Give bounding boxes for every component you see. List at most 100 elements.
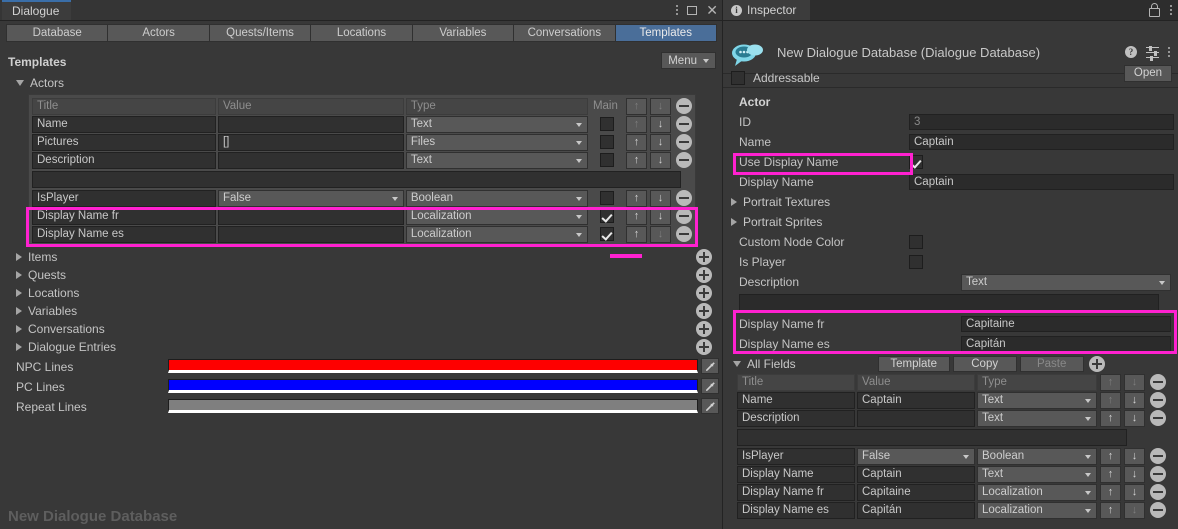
- field-value[interactable]: [217, 225, 404, 243]
- move-up-button[interactable]: ↑: [626, 189, 648, 207]
- repeat-lines-color-swatch[interactable]: [168, 399, 698, 413]
- af-field-type-dropdown[interactable]: Text: [977, 391, 1097, 409]
- field-name-input[interactable]: Captain: [909, 134, 1174, 150]
- tab-database[interactable]: Database: [6, 24, 109, 42]
- field-title[interactable]: IsPlayer: [32, 189, 216, 207]
- templates-menu-button[interactable]: Menu: [661, 52, 716, 69]
- eyedropper-icon[interactable]: [701, 358, 719, 374]
- field-value[interactable]: []: [217, 133, 404, 151]
- remove-field-button[interactable]: [676, 152, 693, 168]
- tab-dialogue[interactable]: Dialogue: [2, 0, 72, 20]
- template-button[interactable]: Template: [877, 355, 950, 372]
- move-down-button[interactable]: ↓: [650, 207, 672, 225]
- tab-quests-items[interactable]: Quests/Items: [209, 24, 312, 42]
- field-display-name-fr-input[interactable]: Capitaine: [961, 316, 1171, 332]
- af-description-text-area[interactable]: [737, 429, 1127, 446]
- af-move-up-button[interactable]: ↑: [1100, 501, 1121, 519]
- main-checkbox[interactable]: [600, 117, 615, 131]
- af-field-value[interactable]: Capitán: [857, 501, 975, 519]
- foldout-locations[interactable]: Locations: [16, 285, 79, 301]
- tab-conversations[interactable]: Conversations: [514, 24, 616, 42]
- use-display-name-checkbox[interactable]: [909, 155, 923, 169]
- af-move-up-button[interactable]: ↑: [1100, 447, 1121, 465]
- af-remove-button[interactable]: [1150, 466, 1166, 482]
- tab-actors[interactable]: Actors: [108, 24, 210, 42]
- description-text-area[interactable]: [739, 294, 1159, 312]
- close-icon[interactable]: ✕: [706, 3, 718, 17]
- field-value-dropdown[interactable]: False: [217, 189, 404, 207]
- field-type-dropdown[interactable]: Localization: [405, 207, 588, 225]
- foldout-portrait-sprites[interactable]: Portrait Sprites: [723, 212, 1178, 232]
- af-move-up-button[interactable]: ↑: [1100, 409, 1121, 427]
- af-move-down-button[interactable]: ↓: [1124, 483, 1145, 501]
- lock-icon[interactable]: [1149, 2, 1160, 17]
- main-checkbox[interactable]: [600, 227, 615, 241]
- field-title[interactable]: Name: [32, 115, 216, 133]
- add-variables-field-button[interactable]: [696, 303, 712, 319]
- preset-icon[interactable]: [1146, 45, 1159, 61]
- field-value[interactable]: [217, 115, 404, 133]
- component-menu-icon[interactable]: [1168, 47, 1170, 57]
- move-down-button[interactable]: ↓: [650, 133, 672, 151]
- af-remove-button[interactable]: [1150, 410, 1166, 426]
- af-move-down-button[interactable]: ↓: [1124, 447, 1145, 465]
- field-value[interactable]: [217, 151, 404, 169]
- af-field-value[interactable]: Capitaine: [857, 483, 975, 501]
- maximize-icon[interactable]: [687, 5, 698, 15]
- af-field-title[interactable]: Description: [737, 409, 855, 427]
- af-remove-header[interactable]: [1150, 374, 1166, 390]
- tab-inspector[interactable]: i Inspector: [723, 0, 811, 20]
- move-up-button[interactable]: ↑: [626, 207, 648, 225]
- addressable-checkbox[interactable]: [731, 70, 745, 85]
- field-type-dropdown[interactable]: Text: [405, 151, 588, 169]
- af-field-title[interactable]: IsPlayer: [737, 447, 855, 465]
- af-move-down-button[interactable]: ↓: [1124, 409, 1145, 427]
- field-title[interactable]: Description: [32, 151, 216, 169]
- npc-lines-color-swatch[interactable]: [168, 359, 698, 373]
- field-title[interactable]: Display Name es: [32, 225, 216, 243]
- af-field-title[interactable]: Display Name: [737, 465, 855, 483]
- field-title[interactable]: Pictures: [32, 133, 216, 151]
- af-field-value-dropdown[interactable]: False: [857, 447, 975, 465]
- move-up-button[interactable]: ↑: [626, 115, 648, 133]
- foldout-conversations[interactable]: Conversations: [16, 321, 105, 337]
- af-move-up-button[interactable]: ↑: [1100, 483, 1121, 501]
- af-field-value[interactable]: Captain: [857, 391, 975, 409]
- main-checkbox[interactable]: [600, 135, 615, 149]
- remove-field-button[interactable]: [676, 116, 693, 132]
- custom-node-color-checkbox[interactable]: [909, 235, 923, 249]
- field-display-name-input[interactable]: Captain: [909, 174, 1174, 190]
- field-type-dropdown[interactable]: Files: [405, 133, 588, 151]
- field-type-dropdown[interactable]: Boolean: [405, 189, 588, 207]
- copy-button[interactable]: Copy: [952, 355, 1017, 372]
- af-field-type-dropdown[interactable]: Localization: [977, 501, 1097, 519]
- pc-lines-color-swatch[interactable]: [168, 379, 698, 393]
- af-field-value[interactable]: [857, 409, 975, 427]
- foldout-quests[interactable]: Quests: [16, 267, 66, 283]
- add-dialogue-entries-field-button[interactable]: [696, 339, 712, 355]
- tab-locations[interactable]: Locations: [311, 24, 413, 42]
- field-title[interactable]: Display Name fr: [32, 207, 216, 225]
- tab-templates[interactable]: Templates: [615, 24, 717, 42]
- main-checkbox[interactable]: [600, 209, 615, 223]
- foldout-variables[interactable]: Variables: [16, 303, 77, 319]
- remove-field-button[interactable]: [676, 208, 693, 224]
- af-remove-button[interactable]: [1150, 502, 1166, 518]
- field-type-dropdown[interactable]: Text: [405, 115, 588, 133]
- foldout-items[interactable]: Items: [16, 249, 57, 265]
- move-up-button[interactable]: ↑: [626, 225, 648, 243]
- add-conversations-field-button[interactable]: [696, 321, 712, 337]
- af-field-type-dropdown[interactable]: Boolean: [977, 447, 1097, 465]
- af-remove-button[interactable]: [1150, 484, 1166, 500]
- remove-field-button[interactable]: [676, 134, 693, 150]
- foldout-dialogue-entries[interactable]: Dialogue Entries: [16, 339, 116, 355]
- help-icon[interactable]: ?: [1125, 46, 1137, 58]
- af-move-down-button[interactable]: ↓: [1124, 465, 1145, 483]
- eyedropper-icon[interactable]: [701, 378, 719, 394]
- move-up-button[interactable]: ↑: [626, 151, 648, 169]
- foldout-portrait-textures[interactable]: Portrait Textures: [723, 192, 1178, 212]
- foldout-actors[interactable]: Actors: [16, 75, 64, 91]
- move-down-button[interactable]: ↓: [650, 151, 672, 169]
- move-up-button[interactable]: ↑: [626, 133, 648, 151]
- add-items-field-button[interactable]: [696, 249, 712, 265]
